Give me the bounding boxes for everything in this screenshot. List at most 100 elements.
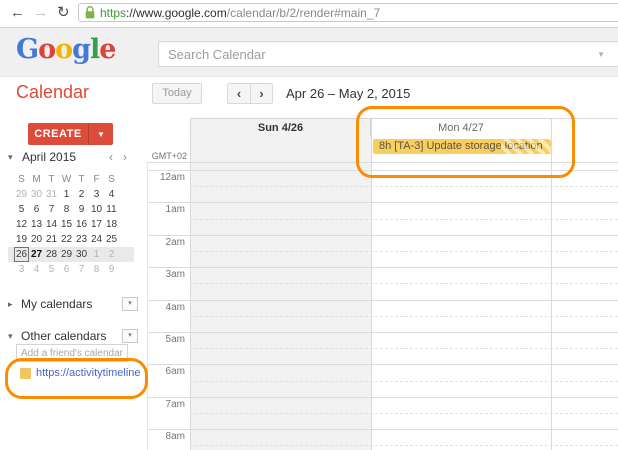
half-hour-line (190, 219, 618, 220)
minical-dow: W (59, 172, 74, 187)
minical-day[interactable]: 17 (89, 217, 104, 232)
create-caret-icon[interactable]: ▼ (89, 130, 113, 139)
calendar-list-item[interactable]: https://activitytimeline… (20, 367, 138, 381)
minical-day[interactable]: 14 (44, 217, 59, 232)
minical-day[interactable]: 30 (29, 187, 44, 202)
address-bar[interactable]: https://www.google.com/calendar/b/2/rend… (78, 3, 618, 22)
minical-day[interactable]: 23 (74, 232, 89, 247)
minical-day[interactable]: 3 (89, 187, 104, 202)
minical-day[interactable]: 30 (74, 247, 89, 262)
minical-day[interactable]: 13 (29, 217, 44, 232)
hour-label: 3am (140, 269, 185, 280)
create-button[interactable]: CREATE ▼ (28, 123, 113, 145)
logo-letter: o (55, 34, 72, 65)
minical-day[interactable]: 19 (14, 232, 29, 247)
minical-day[interactable]: 28 (44, 247, 59, 262)
minical-day[interactable]: 2 (74, 187, 89, 202)
browser-toolbar: ← → ↻ https://www.google.com/calendar/b/… (0, 0, 618, 28)
other-calendars-expand-icon[interactable]: ▾ (8, 331, 13, 342)
next-week-button[interactable]: › (250, 83, 273, 104)
minical-day[interactable]: 31 (44, 187, 59, 202)
hour-label: 8am (140, 431, 185, 442)
minical-week-row: 3456789 (8, 262, 134, 277)
minical-day[interactable]: 16 (74, 217, 89, 232)
minical-day[interactable]: 9 (104, 262, 119, 277)
day-header-mon[interactable]: Mon 4/27 (371, 118, 551, 137)
prev-week-button[interactable]: ‹ (227, 83, 250, 104)
minical-dow: M (29, 172, 44, 187)
search-input[interactable]: Search Calendar ▼ (158, 41, 618, 67)
calendar-toolbar: Calendar Today ‹ › Apr 26 – May 2, 2015 (0, 77, 618, 111)
minical-dow: F (89, 172, 104, 187)
minical-day[interactable]: 24 (89, 232, 104, 247)
today-button[interactable]: Today (152, 83, 202, 104)
calendar-item-label: https://activitytimeline… (36, 367, 152, 379)
hour-line (147, 397, 618, 398)
event-chip[interactable]: 8h [TA-3] Update storage location (373, 139, 551, 154)
minical-day[interactable]: 11 (104, 202, 119, 217)
minical-day[interactable]: 8 (89, 262, 104, 277)
minical-prev-icon[interactable]: ‹ (109, 150, 113, 164)
minical-day[interactable]: 6 (29, 202, 44, 217)
search-options-caret-icon[interactable]: ▼ (597, 50, 605, 59)
back-icon[interactable]: ← (10, 3, 25, 23)
minical-day[interactable]: 10 (89, 202, 104, 217)
minical-day[interactable]: 26 (14, 247, 29, 262)
half-hour-line (190, 283, 618, 284)
minical-dow: S (104, 172, 119, 187)
my-calendars-menu-button[interactable]: ▾ (122, 297, 138, 311)
minical-day[interactable]: 3 (14, 262, 29, 277)
calendar-color-swatch[interactable] (20, 368, 31, 379)
half-hour-line (190, 445, 618, 446)
my-calendars-section[interactable]: ▸ My calendars ▾ (8, 297, 138, 313)
half-hour-line (190, 251, 618, 252)
day-header-sun[interactable]: Sun 4/26 (190, 118, 371, 137)
minical-day[interactable]: 7 (74, 262, 89, 277)
minical-day[interactable]: 5 (44, 262, 59, 277)
logo-letter: e (99, 34, 115, 65)
minical-day[interactable]: 4 (29, 262, 44, 277)
minical-day[interactable]: 1 (89, 247, 104, 262)
minical-day[interactable]: 27 (29, 247, 44, 262)
week-grid: Sun 4/26 Mon 4/27 GMT+02 8h [TA-3] Updat… (140, 110, 618, 450)
minical-week-row: 567891011 (8, 202, 134, 217)
add-friend-calendar-input[interactable] (16, 344, 128, 362)
minical-day[interactable]: 2 (104, 247, 119, 262)
minical-day[interactable]: 4 (104, 187, 119, 202)
my-calendars-label: My calendars (21, 297, 92, 311)
minical-day[interactable]: 18 (104, 217, 119, 232)
minical-day[interactable]: 8 (59, 202, 74, 217)
minical-day[interactable]: 29 (14, 187, 29, 202)
other-calendars-menu-button[interactable]: ▾ (122, 329, 138, 343)
minical-day[interactable]: 22 (59, 232, 74, 247)
minical-day[interactable]: 5 (14, 202, 29, 217)
half-hour-line (190, 186, 618, 187)
minical-day[interactable]: 9 (74, 202, 89, 217)
sidebar: CREATE ▼ ▾ April 2015 ‹ › SMTWTFS 293031… (0, 110, 140, 450)
minical-collapse-icon[interactable]: ▾ (8, 152, 13, 163)
page-title: Calendar (16, 82, 89, 103)
hour-line (147, 364, 618, 365)
create-button-label: CREATE (28, 128, 88, 140)
minical-week-row: 2930311234 (8, 187, 134, 202)
forward-icon[interactable]: → (33, 3, 48, 23)
minical-day[interactable]: 20 (29, 232, 44, 247)
other-calendars-label: Other calendars (21, 329, 106, 343)
minical-day[interactable]: 6 (59, 262, 74, 277)
minical-day[interactable]: 29 (59, 247, 74, 262)
minical-next-icon[interactable]: › (123, 150, 127, 164)
minical-day[interactable]: 21 (44, 232, 59, 247)
minical-day[interactable]: 15 (59, 217, 74, 232)
hour-label: 12am (140, 172, 185, 183)
minical-day[interactable]: 25 (104, 232, 119, 247)
minical-day[interactable]: 1 (59, 187, 74, 202)
minical-day[interactable]: 12 (14, 217, 29, 232)
mini-calendar: ▾ April 2015 ‹ › SMTWTFS 293031123456789… (8, 150, 134, 277)
reload-icon[interactable]: ↻ (57, 3, 70, 23)
padlock-icon (85, 6, 95, 19)
my-calendars-expand-icon[interactable]: ▸ (8, 299, 13, 310)
minical-week-row: 19202122232425 (8, 232, 134, 247)
date-nav-group: ‹ › (227, 83, 273, 104)
minical-day[interactable]: 7 (44, 202, 59, 217)
other-calendars-section[interactable]: ▾ Other calendars ▾ (8, 329, 138, 345)
